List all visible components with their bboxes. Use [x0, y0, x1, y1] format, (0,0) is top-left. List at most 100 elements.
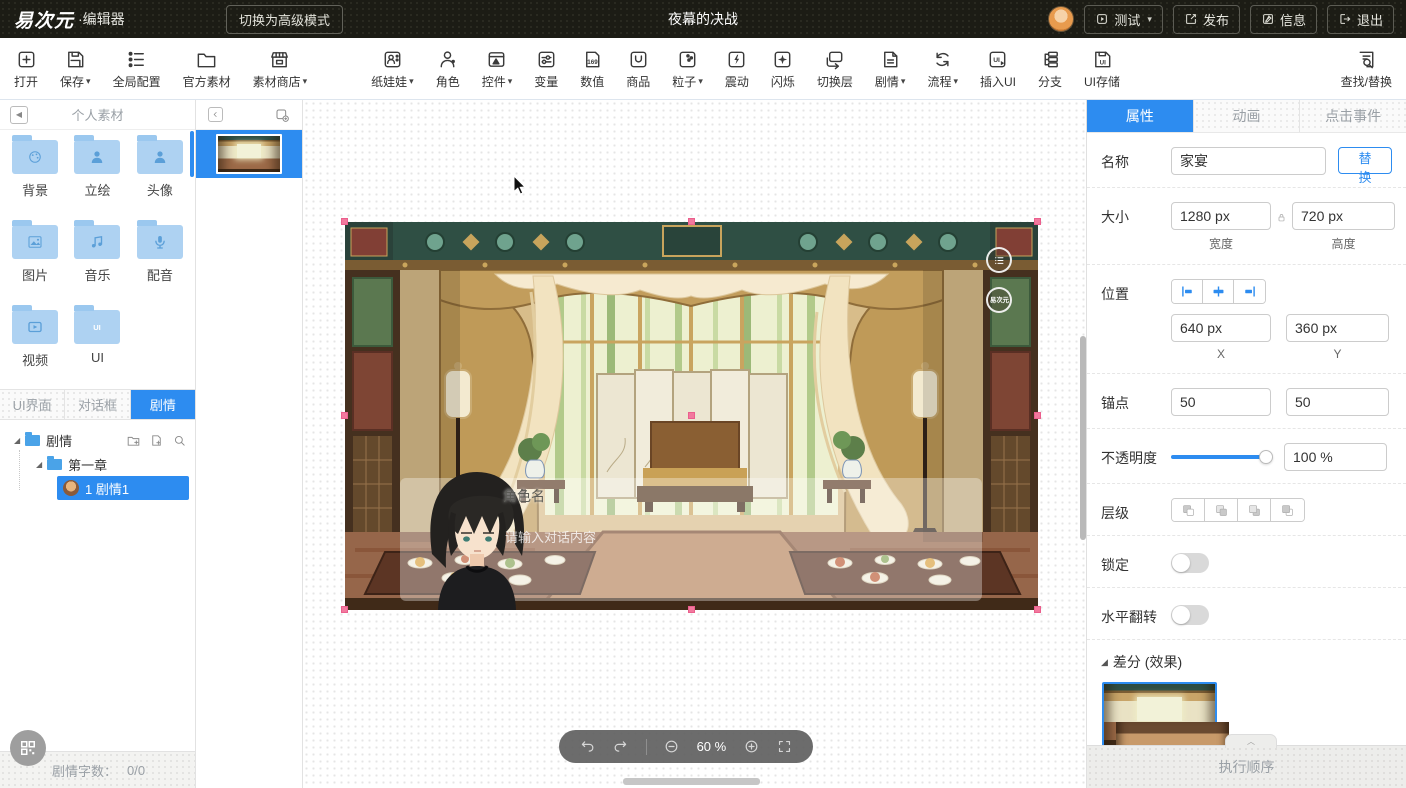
publish-button[interactable]: 发布: [1173, 5, 1240, 34]
toolbar-branch[interactable]: 分支: [1038, 48, 1062, 90]
asset-folder-voice[interactable]: 配音: [129, 225, 191, 284]
send-to-back-button[interactable]: [1271, 499, 1304, 521]
qr-code-button[interactable]: [10, 730, 46, 766]
lock-toggle[interactable]: [1171, 553, 1209, 573]
toolbar-switch-layer[interactable]: 切换层: [817, 48, 853, 90]
toolbar-numeric[interactable]: 数值: [580, 48, 604, 90]
assets-scrollbar[interactable]: [190, 131, 194, 177]
toolbar-official-assets[interactable]: 官方素材: [183, 48, 231, 90]
toolbar-find-replace[interactable]: 查找/替换: [1341, 48, 1392, 90]
zoom-out-icon[interactable]: [663, 738, 680, 755]
tree-scene-1[interactable]: 1 剧情1: [0, 476, 195, 500]
tree-chapter-1[interactable]: ◢ 第一章: [0, 452, 195, 476]
mouse-cursor: [513, 175, 530, 197]
bring-forward-button[interactable]: [1205, 499, 1238, 521]
toolbar-story[interactable]: 剧情▾: [875, 48, 906, 90]
toolbar-variable[interactable]: 变量: [534, 48, 558, 90]
asset-folder-background[interactable]: 背景: [4, 140, 66, 199]
user-avatar[interactable]: [1048, 6, 1074, 32]
resize-handle-n[interactable]: [688, 218, 695, 225]
send-backward-button[interactable]: [1238, 499, 1271, 521]
asset-folder-music[interactable]: 音乐: [66, 225, 128, 284]
align-right-button[interactable]: [1234, 280, 1265, 303]
align-center-button[interactable]: [1203, 280, 1234, 303]
pos-y-input[interactable]: [1286, 314, 1389, 342]
resize-handle-nw[interactable]: [341, 218, 348, 225]
pos-x-input[interactable]: [1171, 314, 1271, 342]
toolbar-widget[interactable]: 控件▾: [482, 48, 513, 90]
undo-icon[interactable]: [579, 738, 596, 755]
test-button[interactable]: 测试 ▾: [1084, 5, 1163, 34]
align-left-button[interactable]: [1172, 280, 1203, 303]
replace-button[interactable]: 替换: [1338, 147, 1392, 174]
tab-animation[interactable]: 动画: [1194, 100, 1301, 132]
search-icon[interactable]: [172, 433, 187, 448]
toolbar-character[interactable]: 角色: [436, 48, 460, 90]
asset-folder-video[interactable]: 视频: [4, 310, 66, 369]
resize-handle-e[interactable]: [1034, 412, 1041, 419]
exit-button[interactable]: 退出: [1327, 5, 1394, 34]
switch-advanced-mode-button[interactable]: 切换为高级模式: [226, 5, 343, 34]
asset-folder-images[interactable]: 图片: [4, 225, 66, 284]
add-folder-icon[interactable]: [126, 433, 141, 448]
info-button[interactable]: 信息: [1250, 5, 1317, 34]
toolbar-insert-ui[interactable]: 插入UI: [980, 48, 1016, 90]
toolbar-asset-store[interactable]: 素材商店▾: [253, 48, 308, 90]
toolbar-flash[interactable]: 闪烁: [771, 48, 795, 90]
exec-order-expand-chevron[interactable]: ︿: [1225, 734, 1277, 748]
watermark-logo-button[interactable]: 易次元: [986, 287, 1012, 313]
toolbar-particle[interactable]: 粒子▾: [672, 48, 703, 90]
flip-horizontal-toggle[interactable]: [1171, 605, 1209, 625]
asset-folder-portraits[interactable]: 头像: [129, 140, 191, 199]
zoom-in-icon[interactable]: [743, 738, 760, 755]
fullscreen-icon[interactable]: [776, 738, 793, 755]
toolbar-open[interactable]: 打开: [14, 48, 38, 90]
toolbar-shake[interactable]: 震动: [725, 48, 749, 90]
toolbar-save[interactable]: 保存▾: [60, 48, 91, 90]
tab-dialog-box[interactable]: 对话框: [65, 390, 130, 419]
resize-handle-w[interactable]: [341, 412, 348, 419]
width-input[interactable]: [1171, 202, 1271, 230]
resize-handle-se[interactable]: [1034, 606, 1041, 613]
resize-handle-sw[interactable]: [341, 606, 348, 613]
toolbar-paper-doll[interactable]: 纸娃娃▾: [371, 48, 414, 90]
section-triangle-icon[interactable]: ◢: [1101, 657, 1108, 668]
toolbar-ui-storage[interactable]: UI存储: [1084, 48, 1120, 90]
slider-knob[interactable]: [1259, 450, 1273, 464]
resize-handle-ne[interactable]: [1034, 218, 1041, 225]
tab-click-events[interactable]: 点击事件: [1300, 100, 1406, 132]
asset-folder-ui[interactable]: UIUI: [66, 310, 128, 369]
resize-handle-s[interactable]: [688, 606, 695, 613]
tab-properties[interactable]: 属性: [1087, 100, 1194, 132]
expand-triangle-icon[interactable]: ◢: [14, 436, 20, 445]
horizontal-scrollbar[interactable]: [623, 778, 760, 785]
height-input[interactable]: [1292, 202, 1395, 230]
add-frame-icon[interactable]: [274, 107, 290, 123]
canvas-area[interactable]: 角色名 请输入对话内容 易次元: [303, 100, 1086, 788]
bring-to-front-button[interactable]: [1172, 499, 1205, 521]
tab-story[interactable]: 剧情: [131, 390, 195, 419]
frame-item-selected[interactable]: [196, 130, 302, 178]
vertical-scrollbar[interactable]: [1080, 336, 1086, 540]
open-icon: [15, 48, 38, 71]
asset-folder-sprites[interactable]: 立绘: [66, 140, 128, 199]
layer-back-icon: [1279, 502, 1296, 519]
opacity-input[interactable]: [1284, 443, 1387, 471]
tree-root-story[interactable]: ◢ 剧情: [0, 428, 195, 452]
execution-order-bar[interactable]: 执行顺序: [1087, 745, 1406, 788]
anchor-x-input[interactable]: [1171, 388, 1271, 416]
redo-icon[interactable]: [612, 738, 629, 755]
tab-ui-interface[interactable]: UI界面: [0, 390, 65, 419]
toolbar-flow[interactable]: 流程▾: [927, 48, 958, 90]
anchor-y-input[interactable]: [1286, 388, 1389, 416]
expand-triangle-icon[interactable]: ◢: [36, 460, 42, 469]
opacity-slider[interactable]: [1171, 443, 1271, 471]
link-lock-icon[interactable]: [1276, 210, 1287, 226]
name-input[interactable]: [1171, 147, 1326, 175]
collapse-strip-icon[interactable]: [208, 107, 223, 122]
anchor-center-handle[interactable]: [688, 412, 695, 419]
toolbar-goods[interactable]: 商品: [626, 48, 650, 90]
add-file-icon[interactable]: [149, 433, 164, 448]
toolbar-global-config[interactable]: 全局配置: [113, 48, 161, 90]
preview-menu-button[interactable]: [986, 247, 1012, 273]
